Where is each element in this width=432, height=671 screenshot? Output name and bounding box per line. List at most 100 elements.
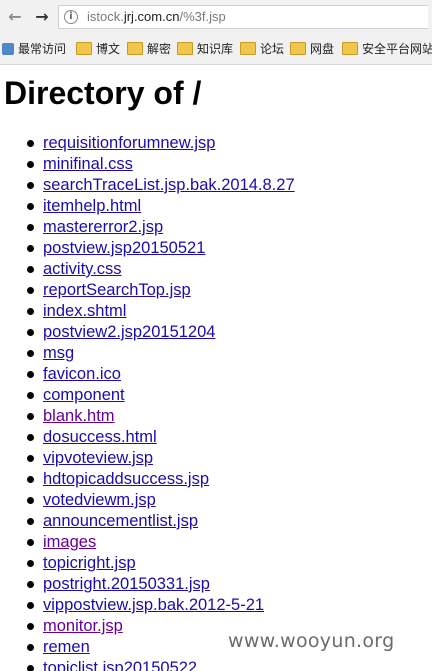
- bookmark-luntan[interactable]: 论坛: [240, 40, 284, 58]
- bookmark-label: 网盘: [310, 42, 335, 56]
- file-link[interactable]: index.shtml: [43, 302, 126, 320]
- folder-icon: [342, 42, 358, 55]
- bullet-icon: [27, 224, 34, 231]
- browser-chrome: ← → i istock.jrj.com.cn/%3f.jsp 最常访问 博文 …: [0, 0, 432, 65]
- bookmarks-bar: 最常访问 博文 解密 知识库 论坛 网盘 安全平台网站: [0, 36, 432, 62]
- bookmark-security-platform[interactable]: 安全平台网站: [342, 40, 432, 58]
- bookmark-jiemi[interactable]: 解密: [127, 40, 171, 58]
- bookmark-bowen[interactable]: 博文: [76, 40, 120, 58]
- list-item: dosuccess.html: [0, 427, 295, 448]
- file-link[interactable]: component: [43, 386, 125, 404]
- bullet-icon: [27, 560, 34, 567]
- watermark: www.wooyun.org: [228, 630, 395, 652]
- file-link[interactable]: images: [43, 533, 96, 551]
- folder-icon: [76, 42, 92, 55]
- folder-icon: [127, 42, 143, 55]
- url-host: jrj.com.cn: [123, 9, 180, 24]
- file-link[interactable]: dosuccess.html: [43, 428, 157, 446]
- file-link[interactable]: postview.jsp20150521: [43, 239, 205, 257]
- file-link[interactable]: msg: [43, 344, 74, 362]
- bullet-icon: [27, 308, 34, 315]
- bullet-icon: [27, 413, 34, 420]
- bullet-icon: [27, 182, 34, 189]
- list-item: index.shtml: [0, 301, 295, 322]
- bullet-icon: [27, 434, 34, 441]
- file-link[interactable]: reportSearchTop.jsp: [43, 281, 191, 299]
- file-link[interactable]: hdtopicaddsuccess.jsp: [43, 470, 209, 488]
- list-item: msg: [0, 343, 295, 364]
- file-link[interactable]: minifinal.css: [43, 155, 133, 173]
- url-text[interactable]: istock.jrj.com.cn/%3f.jsp: [87, 9, 226, 24]
- bookmark-most-visited[interactable]: 最常访问: [2, 40, 66, 58]
- back-arrow-icon[interactable]: ←: [6, 8, 24, 26]
- list-item: vippostview.jsp.bak.2012-5-21: [0, 595, 295, 616]
- file-link[interactable]: postright.20150331.jsp: [43, 575, 210, 593]
- list-item: topiclist.jsp20150522: [0, 658, 295, 671]
- file-link[interactable]: itemhelp.html: [43, 197, 141, 215]
- bullet-icon: [27, 623, 34, 630]
- list-item: activity.css: [0, 259, 295, 280]
- list-item: reportSearchTop.jsp: [0, 280, 295, 301]
- bullet-icon: [27, 140, 34, 147]
- file-link[interactable]: monitor.jsp: [43, 617, 123, 635]
- file-link[interactable]: requisitionforumnew.jsp: [43, 134, 215, 152]
- page-content: Directory of / requisitionforumnew.jsp mi…: [0, 65, 432, 671]
- bookmark-label: 知识库: [197, 42, 234, 56]
- bullet-icon: [27, 665, 34, 671]
- list-item: topicright.jsp: [0, 553, 295, 574]
- file-list: requisitionforumnew.jsp minifinal.css sear…: [0, 133, 295, 671]
- list-item: announcementlist.jsp: [0, 511, 295, 532]
- forward-arrow-icon[interactable]: →: [33, 8, 51, 26]
- folder-icon: [177, 42, 193, 55]
- file-link[interactable]: topiclist.jsp20150522: [43, 659, 197, 671]
- list-item: postview2.jsp20151204: [0, 322, 295, 343]
- bookmark-label: 解密: [147, 42, 172, 56]
- file-link[interactable]: announcementlist.jsp: [43, 512, 198, 530]
- bookmark-label: 最常访问: [18, 42, 67, 56]
- file-link[interactable]: searchTraceList.jsp.bak.2014.8.27: [43, 176, 295, 194]
- file-link[interactable]: vipvoteview.jsp: [43, 449, 153, 467]
- file-link[interactable]: favicon.ico: [43, 365, 121, 383]
- bookmark-wangpan[interactable]: 网盘: [290, 40, 334, 58]
- list-item: images: [0, 532, 295, 553]
- bullet-icon: [27, 644, 34, 651]
- url-prefix: istock.: [87, 9, 124, 24]
- file-link[interactable]: blank.htm: [43, 407, 115, 425]
- list-item: postright.20150331.jsp: [0, 574, 295, 595]
- bullet-icon: [27, 476, 34, 483]
- apps-icon: [2, 42, 14, 55]
- bullet-icon: [27, 329, 34, 336]
- bookmark-label: 博文: [96, 42, 121, 56]
- bullet-icon: [27, 161, 34, 168]
- file-link[interactable]: postview2.jsp20151204: [43, 323, 215, 341]
- list-item: component: [0, 385, 295, 406]
- bullet-icon: [27, 266, 34, 273]
- bullet-icon: [27, 350, 34, 357]
- list-item: postview.jsp20150521: [0, 238, 295, 259]
- bullet-icon: [27, 497, 34, 504]
- list-item: requisitionforumnew.jsp: [0, 133, 295, 154]
- bullet-icon: [27, 581, 34, 588]
- bullet-icon: [27, 539, 34, 546]
- file-link[interactable]: topicright.jsp: [43, 554, 136, 572]
- file-link[interactable]: activity.css: [43, 260, 122, 278]
- bookmark-zhishiku[interactable]: 知识库: [177, 40, 233, 58]
- page-title: Directory of /: [4, 75, 202, 111]
- bullet-icon: [27, 287, 34, 294]
- list-item: vipvoteview.jsp: [0, 448, 295, 469]
- file-link[interactable]: votedviewm.jsp: [43, 491, 156, 509]
- file-link[interactable]: vippostview.jsp.bak.2012-5-21: [43, 596, 264, 614]
- list-item: favicon.ico: [0, 364, 295, 385]
- list-item: itemhelp.html: [0, 196, 295, 217]
- bullet-icon: [27, 245, 34, 252]
- bookmark-label: 论坛: [260, 42, 285, 56]
- file-link[interactable]: remen: [43, 638, 90, 656]
- file-link[interactable]: mastererror2.jsp: [43, 218, 163, 236]
- info-icon[interactable]: i: [64, 10, 78, 24]
- bullet-icon: [27, 518, 34, 525]
- bullet-icon: [27, 203, 34, 210]
- list-item: hdtopicaddsuccess.jsp: [0, 469, 295, 490]
- bullet-icon: [27, 392, 34, 399]
- address-bar[interactable]: i istock.jrj.com.cn/%3f.jsp: [58, 5, 428, 29]
- list-item: blank.htm: [0, 406, 295, 427]
